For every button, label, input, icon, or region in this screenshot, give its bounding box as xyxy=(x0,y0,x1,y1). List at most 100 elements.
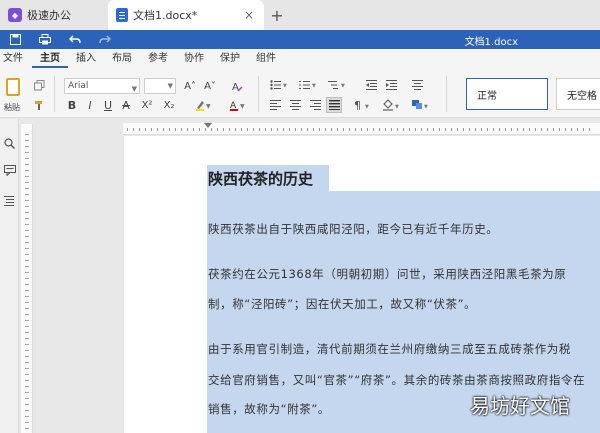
ruler-tick xyxy=(25,326,29,327)
undo-button[interactable] xyxy=(60,30,90,49)
save-button[interactable] xyxy=(0,30,30,49)
ruler-tick xyxy=(493,128,494,131)
ruler-tick xyxy=(295,128,296,131)
ruler-tick xyxy=(187,128,188,131)
ruler-tick xyxy=(25,206,29,207)
ruler-tick xyxy=(25,356,29,357)
ruler-tick xyxy=(433,128,434,131)
tab-document[interactable]: 文档1.docx* × xyxy=(108,0,264,30)
ruler-tick xyxy=(517,128,518,131)
quick-access-bar: 文档1.docx xyxy=(0,30,600,49)
ruler-tick xyxy=(25,194,29,195)
paste-label: 粘贴 xyxy=(4,103,20,112)
ruler-tick xyxy=(25,314,29,315)
font-name-select[interactable]: Arial ▼ xyxy=(64,78,140,94)
document-page[interactable]: 陕西茯茶的历史 陕西茯茶出自于陕西咸阳泾阳，距今已有近千年历史。 茯茶约在公元1… xyxy=(124,136,600,433)
menu-components[interactable]: 组件 xyxy=(248,49,284,68)
ruler-tick xyxy=(427,128,428,131)
shading-button[interactable]: ▼ xyxy=(381,98,403,112)
format-painter-button[interactable] xyxy=(32,98,46,112)
ruler-tick xyxy=(25,146,29,147)
italic-button[interactable]: I xyxy=(83,98,97,112)
comments-button[interactable] xyxy=(3,164,16,177)
ruler-tick xyxy=(577,128,578,131)
copy-button[interactable] xyxy=(32,78,46,92)
pilcrow-icon: ¶ ▼ xyxy=(354,99,369,111)
ruler-tick xyxy=(475,128,476,131)
menu-insert[interactable]: 插入 xyxy=(68,49,104,68)
bold-button[interactable]: B xyxy=(65,98,79,112)
ruler-tick xyxy=(25,296,29,297)
grow-font-button[interactable]: A˄ xyxy=(181,78,199,94)
align-right-icon xyxy=(309,100,321,110)
ruler-tick xyxy=(163,128,164,131)
search-button[interactable] xyxy=(3,137,16,150)
ruler-tick xyxy=(25,284,29,285)
new-tab-button[interactable]: + xyxy=(264,0,290,30)
ruler-tick xyxy=(25,278,29,279)
ruler-tick xyxy=(373,128,374,131)
menu-collaborate[interactable]: 协作 xyxy=(176,49,212,68)
align-center-button[interactable] xyxy=(410,78,424,92)
ruler-tick xyxy=(25,416,29,417)
menu-protect[interactable]: 保护 xyxy=(212,49,248,68)
ruler-tick xyxy=(277,128,278,131)
ruler-tick xyxy=(25,398,29,399)
print-button[interactable] xyxy=(30,30,60,49)
tab-app-home[interactable]: ◆ 极速办公 xyxy=(0,0,108,30)
borders-button[interactable]: ▼ xyxy=(410,98,432,112)
svg-text:¶: ¶ xyxy=(354,99,361,111)
clear-format-button[interactable]: A xyxy=(229,78,245,94)
align-right-button[interactable] xyxy=(308,98,322,112)
highlight-button[interactable]: ▼ xyxy=(193,98,213,112)
ruler-tick xyxy=(25,242,29,243)
superscript-button[interactable]: X² xyxy=(138,98,156,112)
bullet-list-button[interactable]: ▼ xyxy=(268,78,290,92)
borders-icon: ▼ xyxy=(412,100,428,110)
ruler-tick xyxy=(25,266,29,267)
menu-home[interactable]: 主页 xyxy=(32,49,68,68)
horizontal-ruler[interactable] xyxy=(123,123,600,135)
justify-button[interactable] xyxy=(326,97,342,113)
font-color-icon: A ▼ xyxy=(230,101,245,111)
ruler-tick xyxy=(337,128,338,131)
multilevel-list-button[interactable]: ▼ xyxy=(326,78,348,92)
font-size-select[interactable]: ▼ xyxy=(144,78,176,94)
style-no-spacing[interactable]: 无空格 xyxy=(556,78,600,110)
paragraph-marks-button[interactable]: ¶ ▼ xyxy=(352,98,374,112)
svg-text:▼: ▼ xyxy=(206,103,211,110)
navigation-button[interactable] xyxy=(3,194,16,207)
close-tab-icon[interactable]: × xyxy=(244,8,254,22)
ruler-tick xyxy=(25,428,29,429)
ruler-tick xyxy=(25,200,29,201)
underline-button[interactable]: U xyxy=(101,98,115,112)
document-line: 交给官府销售，又叫“官茶”“府茶”。其余的砖茶由茶商按照政府指令在 xyxy=(208,373,586,387)
paste-button[interactable]: 粘贴 xyxy=(0,68,26,118)
ruler-tick xyxy=(25,164,29,165)
menu-layout[interactable]: 布局 xyxy=(104,49,140,68)
ruler-tick xyxy=(457,128,458,131)
tab-app-label: 极速办公 xyxy=(27,9,71,22)
ruler-tick xyxy=(535,128,536,131)
strikethrough-button[interactable]: A xyxy=(119,98,133,112)
ruler-tick xyxy=(421,128,422,131)
shrink-font-button[interactable]: A˅ xyxy=(201,78,219,94)
redo-button[interactable] xyxy=(90,30,120,49)
left-side-panel xyxy=(0,119,19,433)
subscript-button[interactable]: X₂ xyxy=(160,98,178,112)
increase-indent-button[interactable] xyxy=(384,78,398,92)
ruler-tick xyxy=(547,128,548,131)
numbered-list-button[interactable]: ▼ xyxy=(297,78,319,92)
ruler-tick xyxy=(223,128,224,131)
align-center-text-button[interactable] xyxy=(288,98,302,112)
ruler-tick xyxy=(355,128,356,131)
vertical-ruler[interactable] xyxy=(21,124,33,433)
style-normal[interactable]: 正常 xyxy=(466,78,548,110)
document-line: 销售，故称为“附茶”。 xyxy=(208,402,331,416)
document-line: 茯茶约在公元1368年（明朝初期）问世，采用陕西泾阳黑毛茶为原 xyxy=(208,267,567,281)
menu-file[interactable]: 文件 xyxy=(0,49,32,68)
align-left-button[interactable] xyxy=(268,98,282,112)
decrease-indent-button[interactable] xyxy=(364,78,378,92)
font-color-button[interactable]: A ▼ xyxy=(227,98,247,112)
menu-references[interactable]: 参考 xyxy=(140,49,176,68)
